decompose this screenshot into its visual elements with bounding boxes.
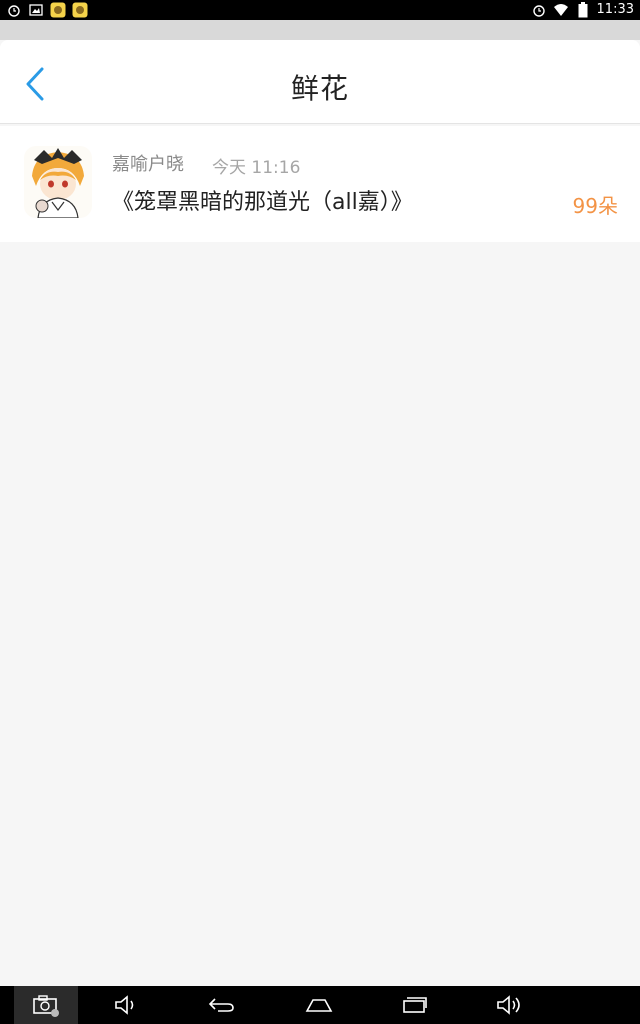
app-icon [50, 2, 66, 18]
flower-count: 99朵 [572, 194, 618, 218]
back-nav-button[interactable] [190, 986, 254, 1024]
alarm-icon [531, 2, 547, 18]
app-icon [72, 2, 88, 18]
screenshot-button[interactable] [14, 986, 78, 1024]
status-bar-right: 11:33 [531, 1, 634, 19]
page-title: 鲜花 [290, 72, 349, 105]
page-header: 鲜花 [0, 40, 640, 124]
wifi-icon [553, 2, 569, 18]
recent-apps-button[interactable] [383, 986, 447, 1024]
battery-icon [575, 2, 591, 18]
alarm-icon [6, 2, 22, 18]
volume-down-icon [115, 995, 134, 1015]
list-item[interactable]: 嘉喻户晓 今天 11:16 《笼罩黑暗的那道光（all嘉）》 99朵 [0, 126, 640, 242]
flower-list: 嘉喻户晓 今天 11:16 《笼罩黑暗的那道光（all嘉）》 99朵 [0, 126, 640, 242]
timestamp: 今天 11:16 [212, 158, 301, 178]
work-title[interactable]: 《笼罩黑暗的那道光（all嘉）》 [112, 184, 413, 216]
image-icon [28, 2, 44, 18]
author-name[interactable]: 嘉喻户晓 [112, 150, 184, 176]
recent-apps-icon [403, 997, 427, 1013]
status-bar: 11:33 [0, 0, 640, 20]
volume-up-button[interactable] [478, 986, 542, 1024]
status-time: 11:33 [596, 2, 634, 17]
system-nav-bar [0, 986, 640, 1024]
top-gray-band [0, 20, 640, 40]
volume-up-icon [497, 995, 520, 1015]
volume-down-button[interactable] [94, 986, 158, 1024]
home-button[interactable] [287, 986, 351, 1024]
home-icon [305, 999, 333, 1012]
back-icon [208, 998, 234, 1012]
avatar[interactable] [24, 146, 92, 218]
screenshot-icon [33, 995, 59, 1017]
status-bar-left [6, 2, 88, 18]
